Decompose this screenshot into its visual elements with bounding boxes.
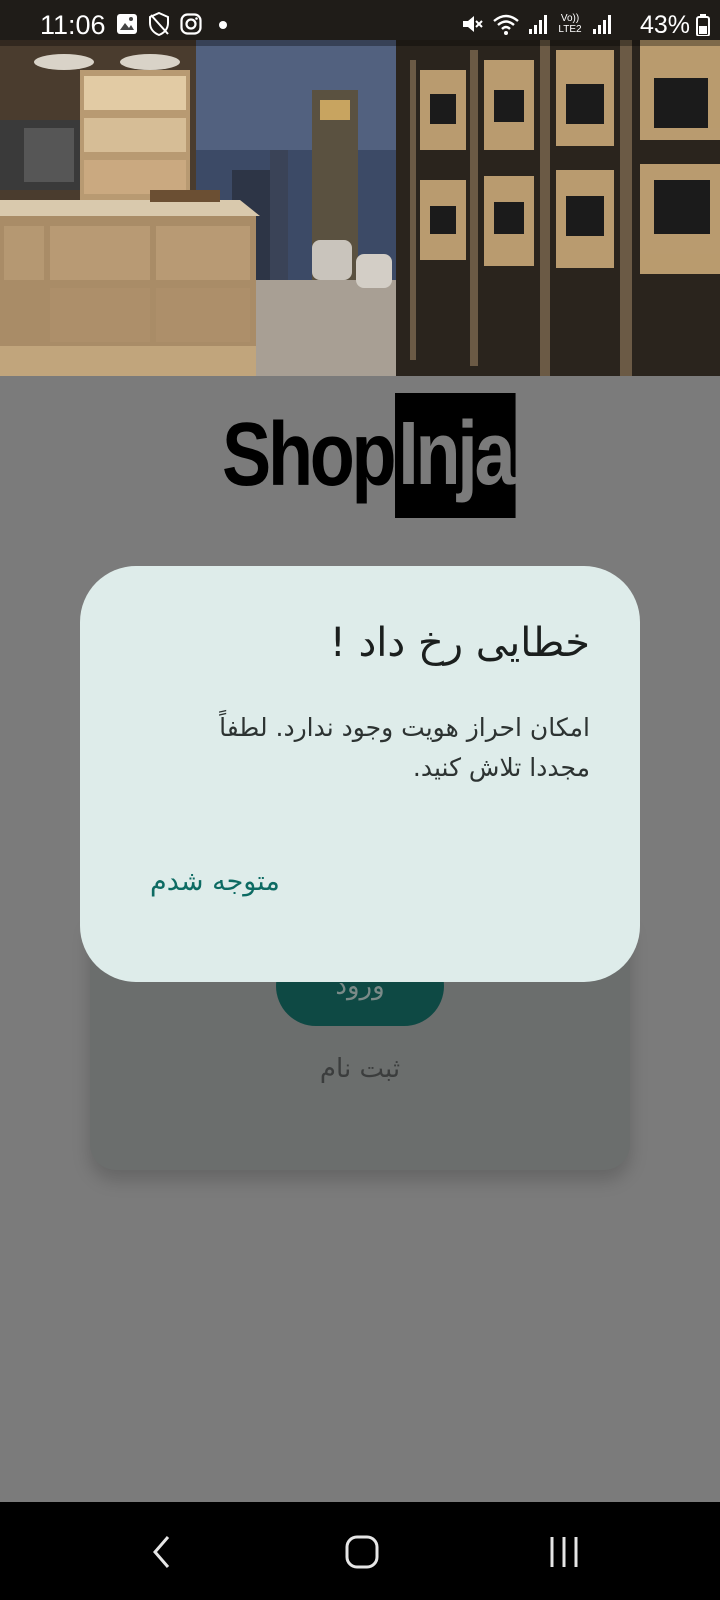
instagram-icon (180, 13, 202, 35)
home-icon (345, 1535, 379, 1569)
back-icon (153, 1536, 170, 1568)
logo-text-inja: Inja (394, 392, 516, 518)
logo-text-shop: Shop (222, 404, 397, 505)
status-right-icons: Vo)) LTE2 (460, 12, 612, 36)
status-time: 11:06 (40, 10, 106, 40)
dialog-message: امکان احراز هویت وجود ندارد. لطفاً مجددا… (219, 713, 590, 782)
shield-icon (149, 12, 169, 36)
signal-icon-2 (593, 15, 611, 34)
volte-icon: Vo)) LTE2 (558, 13, 582, 35)
mute-icon (463, 16, 483, 32)
gallery-icon (117, 14, 137, 34)
signal-icon (529, 15, 547, 34)
recents-button[interactable] (534, 1530, 594, 1574)
shopinja-logo: Shop Inja (222, 392, 516, 518)
signup-link[interactable]: ثبت نام (260, 1054, 460, 1084)
dot-icon (219, 21, 227, 29)
back-button[interactable] (132, 1530, 192, 1574)
wifi-icon (493, 14, 519, 35)
status-bar: 11:06 Vo)) LTE2 43% (0, 0, 720, 46)
hero-image (0, 0, 720, 376)
home-button[interactable] (332, 1530, 392, 1574)
battery-icon (696, 14, 710, 36)
navigation-bar (0, 1502, 720, 1600)
dialog-title: خطایی رخ داد ! (329, 620, 590, 666)
dialog-ok-button[interactable]: متوجه شدم (150, 866, 280, 897)
status-left-icons (116, 12, 234, 36)
battery-percent: 43% (639, 11, 690, 39)
error-dialog: خطایی رخ داد ! امکان احراز هویت وجود ندا… (80, 566, 640, 982)
recents-icon (550, 1537, 578, 1567)
